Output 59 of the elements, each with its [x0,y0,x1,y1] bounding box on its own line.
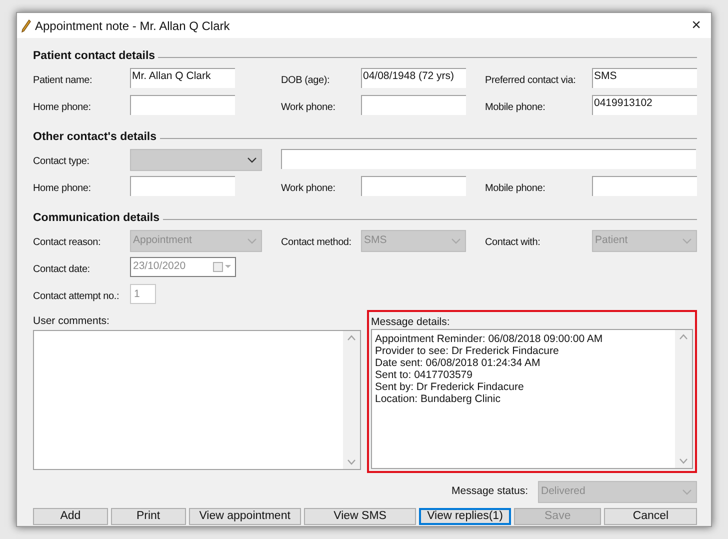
field-label: DOB (age): [281,74,331,88]
text-field[interactable]: SMS [592,68,697,88]
chevron-down-icon [682,489,692,495]
chevron-down-icon [451,238,461,244]
dialog-button[interactable]: View SMS [304,508,416,525]
scrollbar[interactable] [675,330,692,468]
field-label: Message status: [452,484,528,500]
section-heading: Communication details [33,211,160,226]
field-label: Mobile phone: [485,101,546,115]
window-title: Appointment note - Mr. Allan Q Clark [35,18,231,34]
text-field[interactable]: 0419913102 [592,95,697,115]
field-label: Contact method: [281,236,352,250]
message-line: Location: Bundaberg Clinic [374,393,502,405]
text-field[interactable] [281,149,696,169]
scroll-down-icon[interactable] [679,458,688,464]
field-label: Contact type: [33,155,90,169]
dialog-button[interactable]: Add [33,508,108,525]
dialog-button[interactable]: View appointment [188,508,301,525]
dialog-button[interactable]: Cancel [604,508,697,525]
field-label: Home phone: [33,182,92,196]
scroll-up-icon[interactable] [346,335,356,341]
field-label: Preferred contact via: [485,74,577,88]
scroll-up-icon[interactable] [679,334,688,340]
field-label: User comments: [33,314,110,329]
text-field[interactable] [592,176,697,196]
chevron-down-icon [247,238,257,244]
scrollbar[interactable] [342,331,360,469]
text-field[interactable] [361,95,466,115]
field-label: Mobile phone: [485,182,546,196]
section-heading: Other contact's details [33,130,157,146]
field-label: Contact with: [485,236,542,250]
close-button[interactable]: × [686,18,707,34]
message-line: Date sent: 06/08/2018 01:24:34 AM [374,357,542,369]
field-label: Contact reason: [33,236,102,250]
field-label: Message details: [370,315,451,329]
section-heading: Patient contact details [33,49,156,64]
chevron-down-icon [682,238,692,244]
message-line: Sent to: 0417703579 [374,369,474,381]
message-line: Provider to see: Dr Frederick Findacure [374,345,560,357]
text-field[interactable]: Mr. Allan Q Clark [130,68,235,88]
text-field[interactable] [130,95,235,115]
field-label: Patient name: [33,74,94,88]
scroll-down-icon[interactable] [346,459,356,465]
text-field[interactable] [130,176,235,196]
message-line: Sent by: Dr Frederick Findacure [374,381,525,393]
dialog-button[interactable]: Print [110,508,186,525]
dialog-button[interactable]: View replies(1) [419,508,511,525]
field-label: Contact attempt no.: [33,290,120,304]
text-field[interactable] [361,176,466,196]
pencil-icon [21,18,31,32]
field-label: Contact date: [33,263,91,277]
text-field[interactable]: 04/08/1948 (72 yrs) [361,68,466,88]
dropdown[interactable] [130,149,262,171]
comments-textarea[interactable] [33,330,361,470]
field-label: Work phone: [281,182,336,196]
field-label: Home phone: [33,101,92,115]
chevron-down-icon [247,157,257,163]
field-label: Work phone: [281,101,336,115]
message-line: Appointment Reminder: 06/08/2018 09:00:00 AM [374,333,604,345]
